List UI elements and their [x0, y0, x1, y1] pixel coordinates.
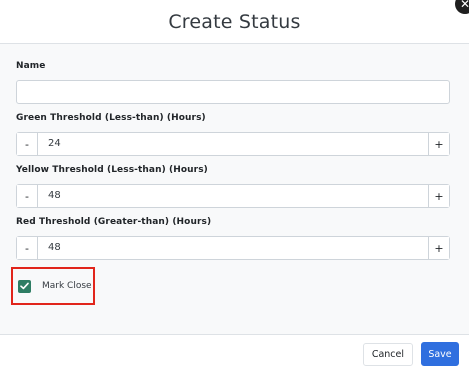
dialog-header: Create Status: [0, 0, 469, 44]
mark-close-highlight: Mark Close: [11, 267, 95, 305]
dialog-title: Create Status: [168, 11, 301, 33]
green-threshold-decrement-button[interactable]: -: [17, 133, 38, 155]
yellow-threshold-stepper: - 48 +: [16, 184, 450, 208]
cancel-button[interactable]: Cancel: [362, 342, 413, 366]
check-icon: [20, 282, 29, 290]
mark-close-label[interactable]: Mark Close: [42, 281, 92, 291]
red-threshold-label: Red Threshold (Greater-than) (Hours): [16, 217, 212, 227]
yellow-threshold-increment-button[interactable]: +: [428, 185, 449, 207]
name-label: Name: [16, 61, 46, 71]
red-threshold-stepper: - 48 +: [16, 236, 450, 260]
red-threshold-decrement-button[interactable]: -: [17, 237, 38, 259]
red-threshold-increment-button[interactable]: +: [428, 237, 449, 259]
yellow-threshold-decrement-button[interactable]: -: [17, 185, 38, 207]
green-threshold-label: Green Threshold (Less-than) (Hours): [16, 113, 206, 123]
dialog-footer: Cancel Save: [0, 335, 469, 373]
green-threshold-stepper: - 24 +: [16, 132, 450, 156]
green-threshold-input[interactable]: 24: [38, 133, 428, 155]
mark-close-checkbox[interactable]: [18, 279, 31, 293]
red-threshold-input[interactable]: 48: [38, 237, 428, 259]
green-threshold-increment-button[interactable]: +: [428, 133, 449, 155]
yellow-threshold-label: Yellow Threshold (Less-than) (Hours): [16, 165, 208, 175]
name-input[interactable]: [16, 80, 450, 104]
yellow-threshold-input[interactable]: 48: [38, 185, 428, 207]
create-status-dialog: ✕ Create Status Name Green Threshold (Le…: [0, 0, 469, 373]
save-button[interactable]: Save: [421, 342, 459, 366]
